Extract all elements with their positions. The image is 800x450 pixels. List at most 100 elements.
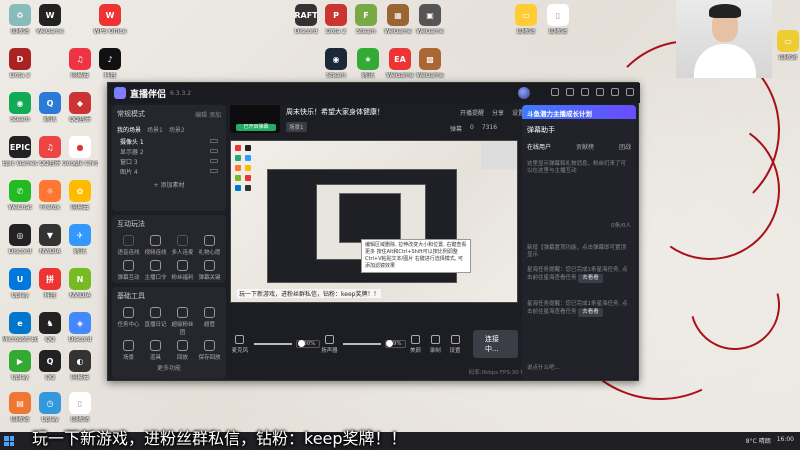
promo-banner[interactable]: 斗鱼潜力主播成长计划: [522, 105, 636, 119]
menu-icon[interactable]: [581, 88, 589, 96]
stream-title[interactable]: 周末快乐！希望大家身体健康！: [286, 107, 384, 117]
add-button[interactable]: 添加: [209, 112, 221, 119]
viewer-count: 7316: [481, 124, 498, 131]
desktop-icon[interactable]: ▯ 回收站: [62, 392, 98, 423]
slider-knob[interactable]: [297, 340, 305, 347]
desktop-icon[interactable]: ★ 腾讯: [350, 48, 386, 79]
maximize-icon[interactable]: [611, 88, 619, 96]
record-button[interactable]: 录制: [425, 334, 445, 354]
tool-command[interactable]: 主播口令: [142, 260, 169, 281]
message-icon[interactable]: [551, 88, 559, 96]
stream-cover[interactable]: 已开启弹幕: [230, 105, 280, 133]
beauty-label: 美颜: [409, 347, 421, 354]
desktop-icon[interactable]: ▣ WeGame: [412, 4, 448, 35]
close-icon[interactable]: [626, 88, 634, 96]
stream-preview[interactable]: 编辑区域删除, 拉伸改变大小和位置, 右键查看更多 按住Alt和Ctrl+Shi…: [230, 140, 518, 303]
desktop-icon[interactable]: ◉ Steam: [318, 48, 354, 79]
source-item[interactable]: 显示器 2: [112, 146, 226, 156]
desktop-icon[interactable]: ▦ WeGame: [380, 4, 416, 35]
desktop-icon[interactable]: F Steam: [348, 4, 384, 35]
desktop-icon[interactable]: ✈ 腾讯: [62, 224, 98, 255]
desktop-icon[interactable]: ▯ 回收站: [540, 4, 576, 35]
basic-tools-panel: 基础工具 任务中心 直播日记 超级粉丝团 超管 场景 道具 回放 保存回放 更多…: [112, 287, 226, 379]
source-item[interactable]: 图片 4: [112, 166, 226, 176]
go-see-button[interactable]: 去看看: [578, 274, 603, 283]
beauty-button[interactable]: 美颜: [406, 334, 426, 354]
eye-icon[interactable]: [210, 139, 218, 143]
heart-icon: [177, 260, 188, 271]
tool-label: 超级粉丝团: [171, 322, 194, 336]
eye-icon[interactable]: [210, 169, 218, 173]
mic-volume-slider[interactable]: [253, 340, 305, 347]
desktop-icon[interactable]: D Dota 2: [2, 48, 38, 79]
diary-icon: [150, 307, 161, 318]
preview-nested-window-2: [339, 193, 401, 243]
tool-label: 任务中心: [117, 322, 140, 328]
desktop-icon[interactable]: W WeGame: [32, 4, 68, 35]
edit-button[interactable]: 编辑: [195, 112, 207, 119]
live-remind-button[interactable]: 开播提醒: [460, 108, 484, 117]
minimize-icon[interactable]: [596, 88, 604, 96]
desktop-icon[interactable]: ▩ WeGame: [412, 48, 448, 79]
tool-replay[interactable]: 回放: [169, 340, 196, 361]
tool-scene[interactable]: 场景: [115, 340, 142, 361]
chat-input[interactable]: 说点什么吧...: [527, 363, 631, 371]
mic-icon: [235, 334, 245, 344]
stream-tag[interactable]: 场景1: [286, 122, 307, 132]
eye-icon[interactable]: [210, 159, 218, 163]
desktop-icon[interactable]: ◆ QQ音乐: [62, 92, 98, 123]
tool-voice-link[interactable]: 语音连线: [115, 235, 142, 256]
source-item[interactable]: 窗口 3: [112, 156, 226, 166]
skin-icon[interactable]: [566, 88, 574, 96]
user-avatar[interactable]: [518, 87, 530, 99]
speaker-volume-slider[interactable]: [343, 340, 394, 347]
desktop-icon[interactable]: ◈ Discord: [62, 312, 98, 343]
desktop-icon[interactable]: ▭ 回收站: [770, 30, 800, 61]
tool-save-replay[interactable]: 保存回放: [196, 340, 223, 361]
tab-contribution[interactable]: 贡献榜: [576, 142, 594, 151]
settings-control-button[interactable]: 设置: [445, 334, 465, 354]
window-controls: [551, 88, 634, 96]
desktop-icon[interactable]: N NVIDIA: [62, 268, 98, 299]
beauty-icon: [410, 334, 420, 344]
tab-scene-1[interactable]: 场景1: [147, 125, 163, 134]
more-functions-button[interactable]: 更多功能: [112, 363, 226, 372]
go-see-button[interactable]: 去看看: [578, 308, 603, 317]
tab-online-users[interactable]: 在线用户: [527, 142, 551, 151]
tool-label: 回放: [176, 355, 188, 361]
tool-fan-welfare[interactable]: 粉丝福利: [169, 260, 196, 281]
desktop-icon[interactable]: ●Google Chrome: [62, 136, 98, 167]
tool-admin[interactable]: 超管: [196, 307, 223, 336]
preview-icon: [245, 165, 251, 171]
tool-diary[interactable]: 直播日记: [142, 307, 169, 336]
tool-danmaku[interactable]: 弹幕互动: [115, 260, 142, 281]
source-label: 窗口 3: [120, 158, 138, 166]
tool-props[interactable]: 道具: [142, 340, 169, 361]
tab-team-battle[interactable]: 团战: [619, 142, 631, 151]
mic-button[interactable]: 麦克风: [230, 334, 250, 354]
desktop-icon[interactable]: ▭ 回收站: [508, 4, 544, 35]
speaker-button[interactable]: 扬声器: [320, 334, 340, 354]
desktop-icon[interactable]: W WPS Office: [92, 4, 128, 35]
tool-task-center[interactable]: 任务中心: [115, 307, 142, 336]
tool-multi-mic[interactable]: 多人连麦: [169, 235, 196, 256]
go-live-button[interactable]: 连接中...: [472, 330, 518, 358]
desktop-icon[interactable]: ✿ 网易云: [62, 180, 98, 211]
desktop-icon[interactable]: ♪ 抖音: [92, 48, 128, 79]
tool-gift-wish[interactable]: 礼物心愿: [196, 235, 223, 256]
eye-icon[interactable]: [210, 149, 218, 153]
tool-video-link[interactable]: 视频连线: [142, 235, 169, 256]
add-material-button[interactable]: + 添加素材: [112, 176, 226, 193]
source-item[interactable]: 摄像头 1: [112, 136, 226, 146]
share-button[interactable]: 分享: [492, 108, 504, 117]
tool-keyword[interactable]: 弹幕关键: [196, 260, 223, 281]
chat-tabs: 在线用户 贡献榜 团战: [527, 142, 631, 151]
danmaku-toggle[interactable]: 弹幕: [450, 124, 462, 133]
users-icon: [177, 235, 188, 246]
gift-icon: [204, 235, 215, 246]
cover-button[interactable]: 已开启弹幕: [236, 124, 276, 131]
desktop-icon[interactable]: ◐ 网易云: [62, 350, 98, 381]
mode-selector[interactable]: 常规模式: [117, 109, 145, 119]
tab-scene-2[interactable]: 场景2: [169, 125, 185, 134]
tool-superfan[interactable]: 超级粉丝团: [169, 307, 196, 336]
